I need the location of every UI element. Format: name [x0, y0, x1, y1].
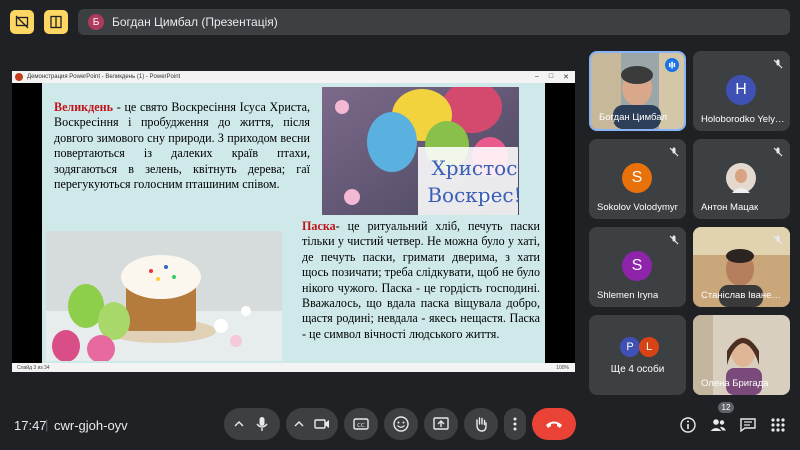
mic-off-icon: [773, 147, 783, 157]
svg-text:CC: CC: [357, 423, 365, 429]
mic-control-group: [224, 408, 280, 440]
emoji-icon: [393, 416, 409, 432]
close-icon[interactable]: ✕: [563, 73, 569, 81]
top-bar: Б Богдан Цимбал (Презентація): [0, 0, 800, 44]
easter-cake-photo: [46, 231, 282, 361]
leave-call-button[interactable]: [532, 408, 576, 440]
avatar: [726, 163, 756, 193]
chat-icon[interactable]: [739, 416, 757, 434]
meeting-code: cwr-gjoh-oyv: [54, 418, 128, 433]
layout-icon: [50, 15, 62, 29]
raise-hand-button[interactable]: [464, 408, 498, 440]
maximize-icon[interactable]: □: [549, 73, 553, 81]
more-vert-icon: [513, 417, 517, 431]
speaking-indicator-icon: [665, 58, 679, 72]
presentation-window: Демонстрация PowerPoint - Великдень (1) …: [12, 71, 575, 372]
activities-grid-icon[interactable]: [769, 416, 787, 434]
slide-frame: Христос Воскрес! Великдень - це свято Во…: [12, 83, 575, 363]
avatar: L: [639, 337, 659, 357]
meeting-details-icon[interactable]: [679, 416, 697, 434]
microphone-icon[interactable]: [253, 415, 271, 433]
powerpoint-statusbar: Слайд 3 из 34 100%: [12, 363, 575, 372]
present-now-button[interactable]: [424, 408, 458, 440]
powerpoint-logo-icon: [15, 73, 23, 81]
powerpoint-titlebar: Демонстрация PowerPoint - Великдень (1) …: [12, 71, 575, 83]
captions-button[interactable]: CC: [344, 408, 378, 440]
hand-icon: [476, 417, 487, 432]
closed-captions-icon: CC: [353, 418, 369, 430]
participant-tile-sokolov[interactable]: S Sokolov Volodymyr: [589, 139, 686, 219]
powerpoint-title: Демонстрация PowerPoint - Великдень (1) …: [27, 74, 181, 80]
participant-name: Богдан Цимбал: [599, 112, 668, 123]
presenter-avatar: Б: [88, 14, 104, 30]
more-options-button[interactable]: [504, 408, 526, 440]
participant-tile-bogdan[interactable]: Богдан Цимбал: [589, 51, 686, 131]
avatar: S: [622, 163, 652, 193]
participant-name: Sokolov Volodymyr: [597, 202, 678, 213]
stop-presenting-button[interactable]: [10, 10, 34, 34]
avatar: P: [620, 337, 640, 357]
greeting-text: Христос Воскрес!: [427, 156, 522, 207]
participant-name: Holoborodko Yelyzaveta: [701, 114, 785, 125]
slide-paragraph-easter: Великдень - це свято Воскресіння Ісуса Х…: [54, 100, 310, 192]
participant-tile-shlemen[interactable]: S Shlemen Iryna: [589, 227, 686, 307]
zoom-level: 100%: [556, 364, 569, 371]
slide-paragraph-paska: Паска- це ритуальний хліб, печуть паски …: [302, 219, 540, 341]
present-screen-icon: [433, 417, 449, 430]
participant-tile-stanislav[interactable]: Станіслав Іваненко: [693, 227, 790, 307]
participant-tile-others[interactable]: P L Ще 4 особи: [589, 315, 686, 395]
presenter-label: Богдан Цимбал (Презентація): [112, 15, 278, 29]
participant-tile-anton[interactable]: Антон Мацак: [693, 139, 790, 219]
mic-off-icon: [773, 59, 783, 69]
camera-control-group: [286, 408, 338, 440]
chevron-up-icon[interactable]: [293, 418, 305, 430]
bottom-bar: 17:47 | cwr-gjoh-oyv CC 12: [0, 402, 800, 450]
participant-name: Антон Мацак: [701, 202, 759, 213]
mic-off-icon: [669, 147, 679, 157]
participant-name: Shlemen Iryna: [597, 290, 659, 301]
separator: |: [45, 417, 49, 432]
pin-layout-button[interactable]: [44, 10, 68, 34]
minimize-icon[interactable]: –: [535, 73, 539, 81]
camera-icon[interactable]: [313, 415, 331, 433]
mic-off-icon: [773, 235, 783, 245]
avatar: H: [726, 75, 756, 105]
participant-tile-holoborodko[interactable]: H Holoborodko Yelyzaveta: [693, 51, 790, 131]
participant-name: Станіслав Іваненко: [701, 290, 785, 301]
mic-off-icon: [669, 235, 679, 245]
clock: 17:47: [14, 418, 47, 433]
participant-tile-olena[interactable]: Олена Бригада: [693, 315, 790, 395]
chevron-up-icon[interactable]: [233, 418, 245, 430]
avatar: S: [622, 251, 652, 281]
people-icon[interactable]: [709, 416, 727, 434]
end-call-icon: [546, 421, 562, 428]
present-off-icon: [15, 15, 29, 29]
slide-counter: Слайд 3 из 34: [17, 364, 50, 371]
people-count-badge: 12: [718, 402, 734, 413]
participant-name: Олена Бригада: [701, 378, 769, 389]
participant-name: Ще 4 особи: [610, 364, 665, 375]
reactions-button[interactable]: [384, 408, 418, 440]
slide: Христос Воскрес! Великдень - це свято Во…: [42, 83, 545, 363]
presenter-chip: Б Богдан Цимбал (Презентація): [78, 9, 790, 35]
